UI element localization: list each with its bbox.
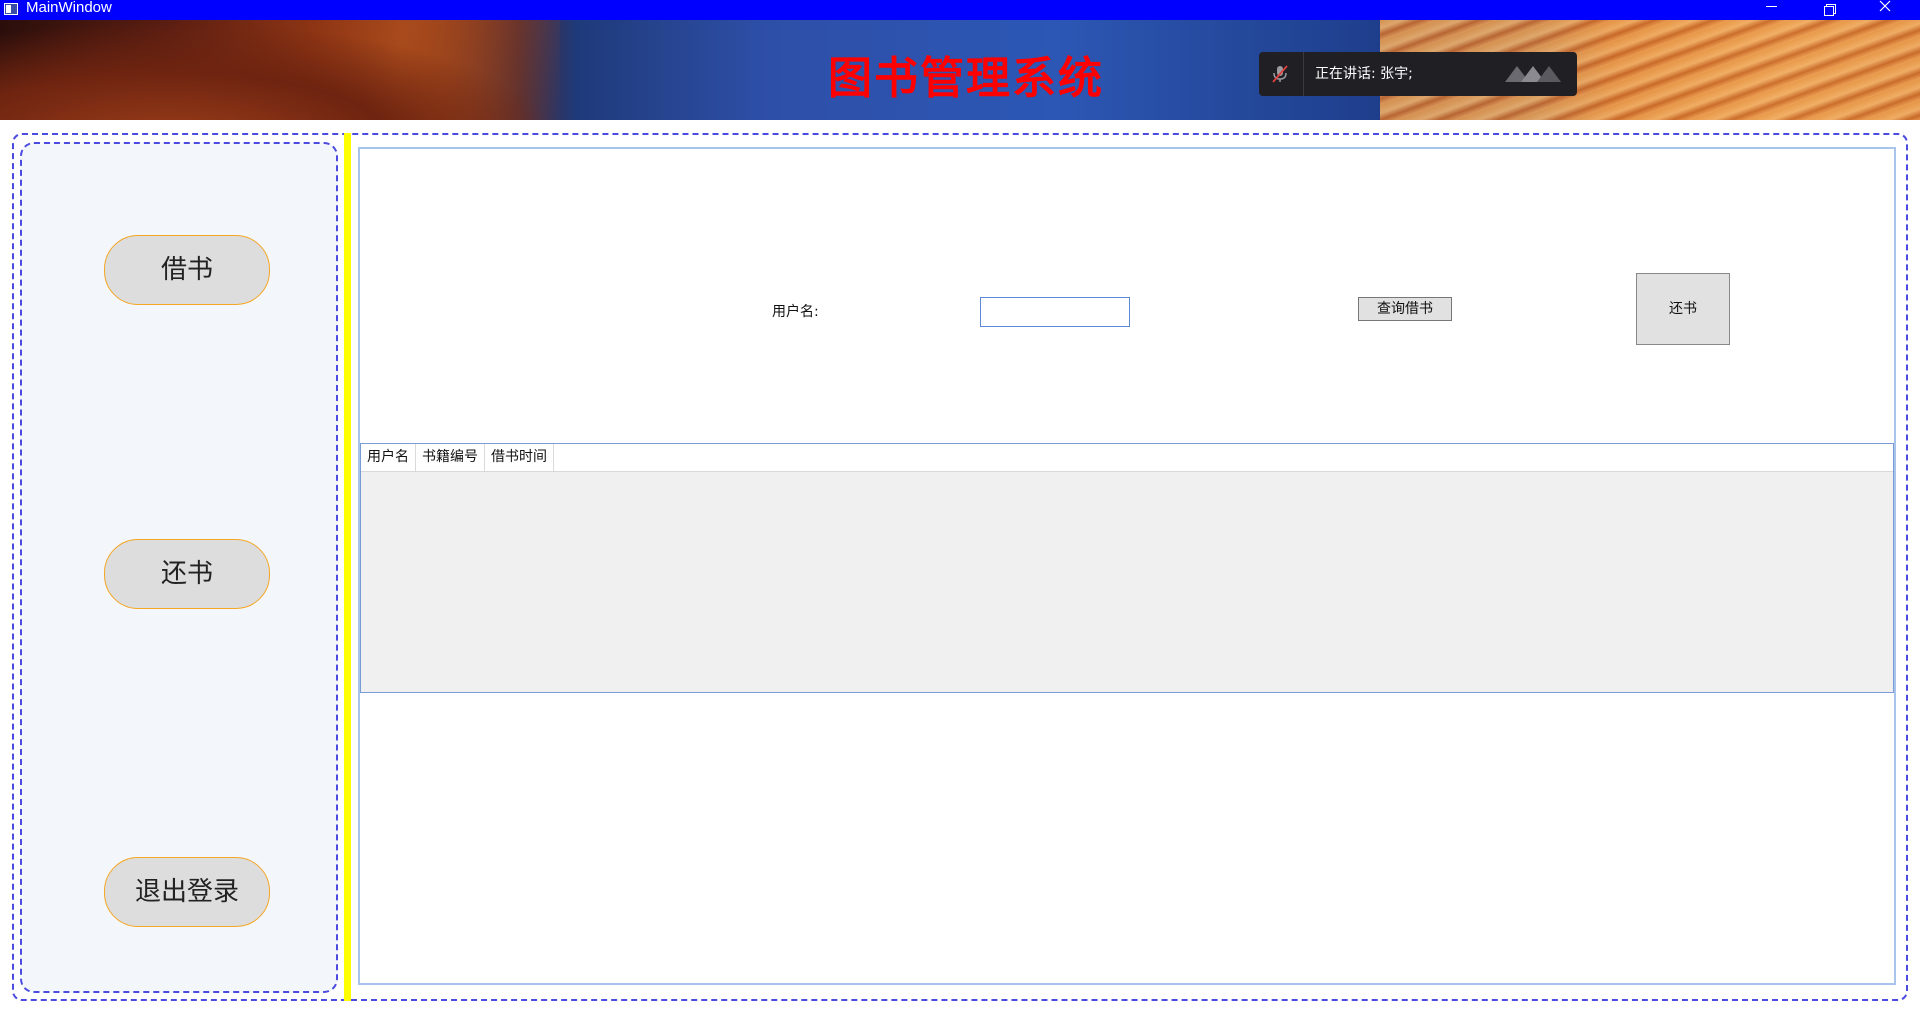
banner-image-left [0,20,560,120]
borrow-records-table[interactable]: 用户名 书籍编号 借书时间 [360,443,1894,693]
return-book-button[interactable]: 还书 [1636,273,1730,345]
column-header-username[interactable]: 用户名 [361,444,416,472]
borrow-book-button[interactable]: 借书 [104,235,270,305]
column-header-book-id[interactable]: 书籍编号 [416,444,485,472]
column-header-borrow-time[interactable]: 借书时间 [485,444,554,472]
system-title: 图书管理系统 [828,53,1104,104]
close-icon [1879,0,1891,12]
title-bar: MainWindow [0,0,1920,20]
header-banner: 图书管理系统 [0,20,1920,120]
app-logo-icon [1503,62,1565,88]
logout-button[interactable]: 退出登录 [104,857,270,927]
username-label: 用户名: [772,304,819,320]
content-panel: 用户名: 查询借书 还书 用户名 书籍编号 借书时间 [358,147,1896,985]
window-title: MainWindow [26,0,112,16]
table-header: 用户名 书籍编号 借书时间 [361,444,1893,472]
close-button[interactable] [1862,0,1908,20]
panel-splitter[interactable] [344,133,351,1001]
mic-muted-icon[interactable] [1271,64,1289,84]
minimize-button[interactable] [1748,0,1794,20]
speaking-text: 正在讲话: 张宇; [1315,66,1413,82]
meeting-speaking-toast: 正在讲话: 张宇; [1259,52,1577,96]
restore-button[interactable] [1806,0,1852,20]
toast-divider [1303,52,1304,96]
query-borrow-button[interactable]: 查询借书 [1358,297,1452,321]
sidebar: 借书 还书 退出登录 [20,142,338,993]
return-book-nav-button[interactable]: 还书 [104,539,270,609]
app-window-icon [4,3,18,15]
username-input[interactable] [980,297,1130,327]
